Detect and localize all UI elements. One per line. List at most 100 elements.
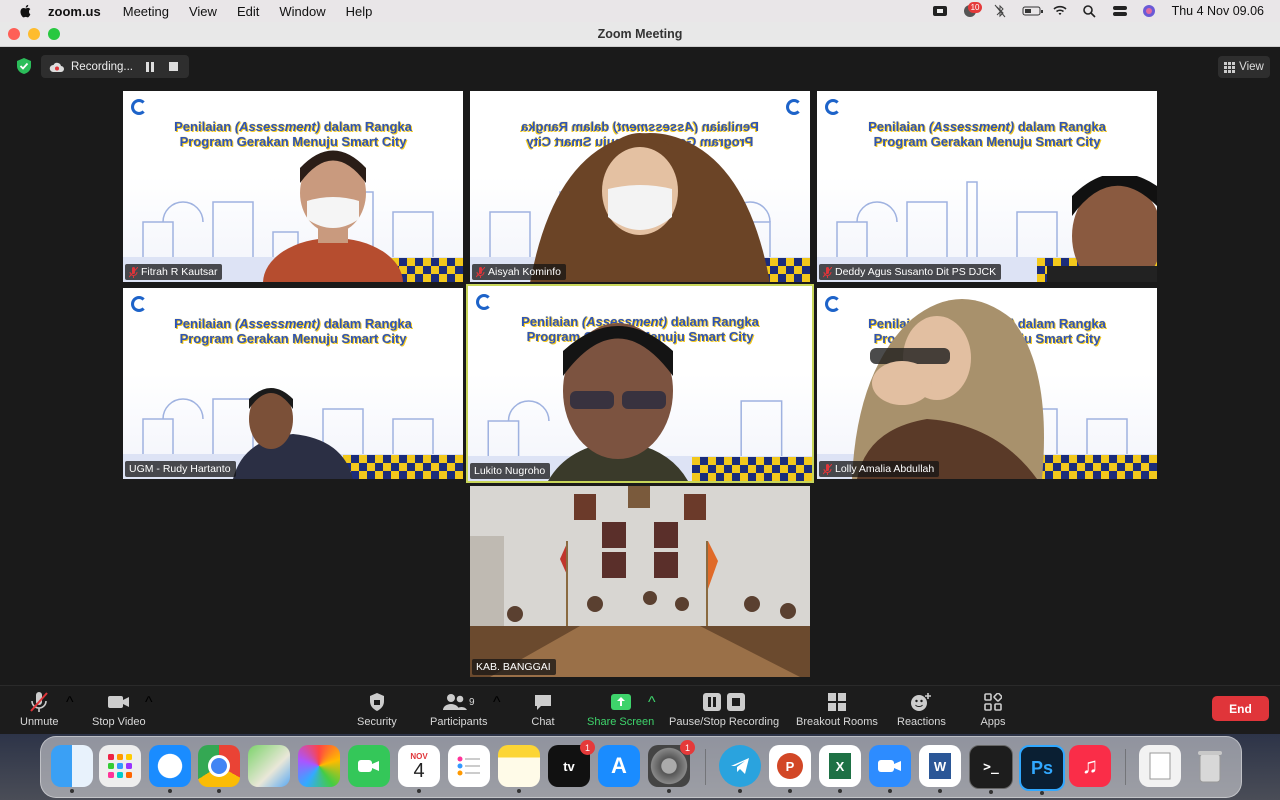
- system-preferences-badge: 1: [680, 740, 695, 755]
- apple-icon[interactable]: [18, 3, 34, 19]
- stop-icon: [727, 693, 746, 711]
- audio-options-chevron-icon[interactable]: ^: [66, 694, 74, 712]
- kominfo-logo: [131, 296, 147, 312]
- battery-icon[interactable]: [1022, 4, 1043, 18]
- share-screen-button[interactable]: Share Screen: [587, 690, 654, 728]
- checker-pattern: [1037, 455, 1157, 479]
- chrome-icon[interactable]: [198, 745, 240, 793]
- breakout-rooms-button[interactable]: Breakout Rooms: [796, 690, 878, 728]
- launchpad-icon[interactable]: [99, 745, 141, 787]
- participant-video: [470, 486, 810, 677]
- view-button[interactable]: View: [1218, 56, 1270, 78]
- powerpoint-icon[interactable]: P: [769, 745, 811, 793]
- word-icon[interactable]: W: [919, 745, 961, 793]
- video-tile[interactable]: Penilaian (Assessment) dalam Rangka Prog…: [123, 91, 463, 282]
- facetime-icon[interactable]: [348, 745, 390, 787]
- bluetooth-off-icon[interactable]: [992, 4, 1008, 18]
- music-icon[interactable]: ♫: [1069, 745, 1111, 787]
- video-options-chevron-icon[interactable]: ^: [145, 694, 153, 712]
- close-window-button[interactable]: [8, 28, 20, 40]
- participant-name-tag: Fitrah R Kautsar: [125, 264, 223, 280]
- finder-icon[interactable]: [51, 745, 93, 793]
- siri-icon[interactable]: [1142, 4, 1158, 18]
- spotlight-search-icon[interactable]: [1082, 4, 1098, 18]
- end-meeting-button[interactable]: End: [1212, 696, 1269, 721]
- participants-count: 9: [468, 696, 475, 708]
- grid-view-icon: [1224, 61, 1236, 73]
- fullscreen-window-button[interactable]: [48, 28, 60, 40]
- notes-icon[interactable]: [498, 745, 540, 793]
- shield-icon: [369, 693, 384, 711]
- pause-recording-icon[interactable]: [145, 61, 155, 72]
- chat-button[interactable]: Chat: [530, 690, 556, 728]
- telegram-icon[interactable]: [719, 745, 761, 793]
- apple-tv-icon[interactable]: tv 1: [548, 740, 595, 787]
- trash-icon[interactable]: [1189, 745, 1231, 787]
- calendar-icon[interactable]: NOV 4: [398, 745, 440, 793]
- mic-muted-icon: [129, 266, 138, 278]
- notification-icon[interactable]: 10: [962, 2, 983, 18]
- video-camera-icon: [107, 696, 129, 708]
- video-tile[interactable]: Penilaian (Assessment) dalam Rangka Prog…: [817, 91, 1157, 282]
- share-options-chevron-icon[interactable]: ^: [648, 694, 656, 712]
- checker-pattern: [692, 457, 812, 481]
- maps-icon[interactable]: [248, 745, 290, 787]
- window-titlebar: Zoom Meeting: [0, 22, 1280, 47]
- menu-window[interactable]: Window: [279, 4, 325, 19]
- participant-video: [233, 388, 353, 479]
- participant-video: [263, 150, 403, 282]
- video-tile[interactable]: KAB. BANGGAI: [470, 486, 810, 677]
- chat-icon: [535, 695, 551, 710]
- meeting-stage: Recording... View Penilaian (Assessment)…: [0, 47, 1280, 685]
- stop-video-button[interactable]: Stop Video: [92, 690, 146, 728]
- unmute-button[interactable]: Unmute: [20, 690, 59, 728]
- zoom-app-icon[interactable]: [869, 745, 911, 793]
- camera-in-use-icon[interactable]: [932, 4, 948, 18]
- checker-pattern: [343, 455, 463, 479]
- background-headline: Penilaian (Assessment) dalam Rangka Prog…: [174, 316, 412, 346]
- video-tile[interactable]: Penilaian (Assessment) dalam Rangka Prog…: [123, 288, 463, 479]
- shield-icon[interactable]: [15, 57, 33, 75]
- breakout-rooms-icon: [827, 693, 846, 711]
- video-tile-active-speaker[interactable]: Penilaian (Assessment) dalam Rangka Prog…: [466, 284, 814, 483]
- wifi-icon[interactable]: [1052, 4, 1068, 18]
- excel-icon[interactable]: X: [819, 745, 861, 793]
- apps-button[interactable]: Apps: [980, 690, 1006, 728]
- participant-video: [1047, 176, 1157, 282]
- participant-video: [530, 133, 770, 282]
- video-tile[interactable]: Penilaian (Assessment) dalam Rangka Prog…: [817, 288, 1157, 479]
- safari-icon[interactable]: [149, 745, 191, 793]
- minimize-window-button[interactable]: [28, 28, 40, 40]
- reactions-button[interactable]: Reactions: [897, 690, 946, 728]
- menu-clock[interactable]: Thu 4 Nov 09.06: [1172, 4, 1264, 18]
- stop-recording-icon[interactable]: [169, 62, 179, 71]
- cloud-recording-icon: [49, 62, 64, 72]
- menu-meeting[interactable]: Meeting: [123, 4, 169, 19]
- terminal-icon[interactable]: >_: [969, 745, 1013, 794]
- video-tile[interactable]: Penilaian (Assessment) dalam Rangka Prog…: [470, 91, 810, 282]
- menu-help[interactable]: Help: [346, 4, 373, 19]
- photoshop-icon[interactable]: Ps: [1019, 745, 1065, 795]
- security-button[interactable]: Security: [357, 690, 397, 728]
- pause-stop-recording-button[interactable]: Pause/Stop Recording: [669, 690, 779, 728]
- share-screen-icon: [610, 694, 631, 710]
- photos-icon[interactable]: [298, 745, 340, 787]
- app-store-icon[interactable]: A: [598, 745, 640, 787]
- participants-icon: [442, 694, 467, 710]
- window-title: Zoom Meeting: [597, 27, 683, 41]
- participants-options-chevron-icon[interactable]: ^: [493, 694, 501, 712]
- reminders-icon[interactable]: [448, 745, 490, 787]
- system-preferences-icon[interactable]: 1: [648, 740, 695, 793]
- apps-icon: [984, 693, 1002, 711]
- view-label: View: [1239, 61, 1264, 73]
- participant-name-tag: Lukito Nugroho: [470, 463, 551, 479]
- menu-app-name[interactable]: zoom.us: [48, 4, 101, 19]
- control-center-icon[interactable]: [1112, 4, 1128, 18]
- menu-edit[interactable]: Edit: [237, 4, 259, 19]
- calendar-day: 4: [413, 759, 425, 782]
- menu-view[interactable]: View: [189, 4, 217, 19]
- participants-button[interactable]: 9 Participants: [430, 690, 487, 728]
- participant-name-tag: Aisyah Kominfo: [472, 264, 566, 280]
- kominfo-logo: [825, 99, 841, 115]
- documents-stack-icon[interactable]: [1139, 745, 1181, 787]
